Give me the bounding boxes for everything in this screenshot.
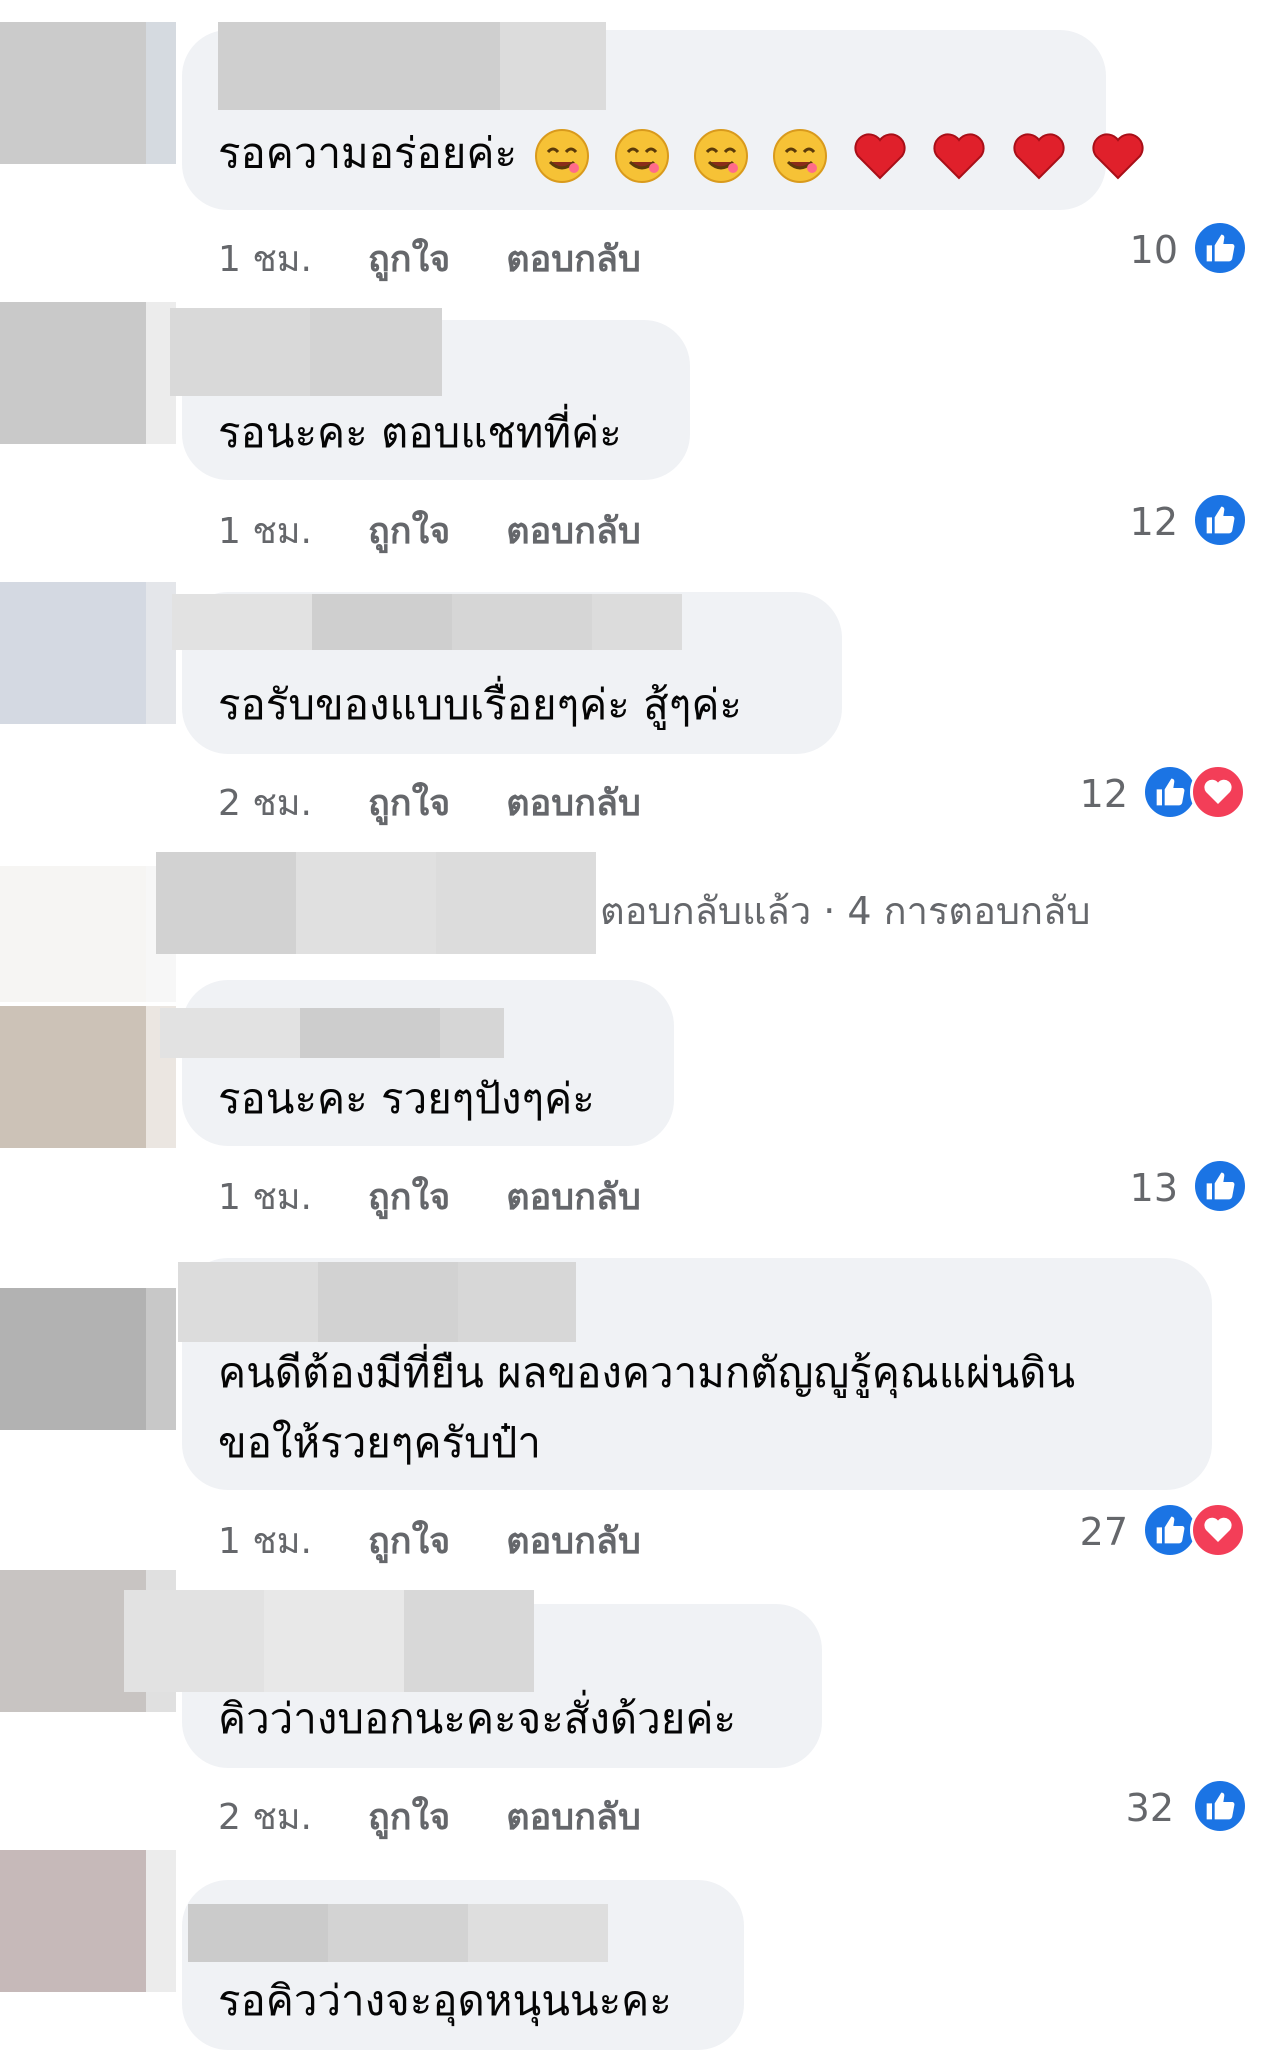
like-button[interactable]: ถูกใจ xyxy=(368,1512,450,1569)
timestamp[interactable]: 1 ชม. xyxy=(218,1168,312,1225)
like-icon[interactable] xyxy=(1192,492,1248,548)
reaction-count[interactable]: 27 xyxy=(1058,1510,1128,1554)
smiling-face-icon xyxy=(535,129,590,183)
avatar[interactable] xyxy=(0,1850,176,1992)
like-button[interactable]: ถูกใจ xyxy=(368,774,450,831)
comment-actions: 2 ชม. ถูกใจ ตอบกลับ xyxy=(218,1788,641,1845)
emoji-row xyxy=(521,129,1156,183)
reaction-count[interactable]: 12 xyxy=(1108,500,1178,544)
comment-text: รอนะคะ ตอบแชทที่ค่ะ xyxy=(218,408,622,457)
reaction-count[interactable]: 12 xyxy=(1058,772,1128,816)
blurred-author-name[interactable] xyxy=(218,22,606,110)
red-heart-icon xyxy=(854,133,906,180)
like-button[interactable]: ถูกใจ xyxy=(368,502,450,559)
reply-button[interactable]: ตอบกลับ xyxy=(506,230,641,287)
avatar[interactable] xyxy=(0,1288,176,1430)
timestamp[interactable]: 2 ชม. xyxy=(218,774,312,831)
blurred-replier-name[interactable] xyxy=(156,852,596,954)
like-button[interactable]: ถูกใจ xyxy=(368,1168,450,1225)
comment-text: รอความอร่อยค่ะ xyxy=(218,128,1156,184)
comment-actions: 1 ชม. ถูกใจ ตอบกลับ xyxy=(218,502,641,559)
like-icon[interactable] xyxy=(1192,1158,1248,1214)
blurred-author-name[interactable] xyxy=(170,308,442,396)
love-icon[interactable] xyxy=(1190,1502,1246,1558)
reply-button[interactable]: ตอบกลับ xyxy=(506,502,641,559)
avatar[interactable] xyxy=(0,1006,176,1148)
like-icon[interactable] xyxy=(1192,1778,1248,1834)
comment-text: คิวว่างบอกนะคะจะสั่งด้วยค่ะ xyxy=(218,1694,737,1743)
reply-button[interactable]: ตอบกลับ xyxy=(506,1168,641,1225)
timestamp[interactable]: 1 ชม. xyxy=(218,1512,312,1569)
red-heart-icon xyxy=(1092,133,1144,180)
view-replies-link[interactable]: ตอบกลับแล้ว · 4 การตอบกลับ xyxy=(600,880,1090,941)
like-icon[interactable] xyxy=(1192,220,1248,276)
comment-actions: 1 ชม. ถูกใจ ตอบกลับ xyxy=(218,1168,641,1225)
reply-avatar-strip xyxy=(0,866,176,1002)
reaction-count[interactable]: 13 xyxy=(1108,1166,1178,1210)
blurred-author-name[interactable] xyxy=(178,1262,576,1342)
like-button[interactable]: ถูกใจ xyxy=(368,1788,450,1845)
red-heart-icon xyxy=(933,133,985,180)
reply-button[interactable]: ตอบกลับ xyxy=(506,1512,641,1569)
smiling-face-icon xyxy=(773,129,828,183)
love-icon[interactable] xyxy=(1190,764,1246,820)
comment-actions: 1 ชม. ถูกใจ ตอบกลับ xyxy=(218,230,641,287)
reaction-count[interactable]: 32 xyxy=(1104,1786,1174,1830)
comment-text: รอคิวว่างจะอุดหนุนนะคะ xyxy=(218,1976,672,2025)
blurred-author-name[interactable] xyxy=(124,1590,534,1692)
smiling-face-icon xyxy=(614,129,669,183)
timestamp[interactable]: 1 ชม. xyxy=(218,502,312,559)
avatar[interactable] xyxy=(0,22,176,164)
reply-button[interactable]: ตอบกลับ xyxy=(506,1788,641,1845)
timestamp[interactable]: 1 ชม. xyxy=(218,230,312,287)
comment-text: รอรับของแบบเรื่อยๆค่ะ สู้ๆค่ะ xyxy=(218,680,742,729)
comment-actions: 1 ชม. ถูกใจ ตอบกลับ xyxy=(218,1512,641,1569)
blurred-author-name[interactable] xyxy=(160,1008,504,1058)
blurred-author-name[interactable] xyxy=(172,594,682,650)
avatar[interactable] xyxy=(0,582,176,724)
timestamp[interactable]: 2 ชม. xyxy=(218,1788,312,1845)
red-heart-icon xyxy=(1012,133,1065,180)
reaction-count[interactable]: 10 xyxy=(1108,228,1178,272)
comment-text-line-2: ขอให้รวยๆครับป๋า xyxy=(218,1418,541,1467)
comment-text-line-1: คนดีต้องมีที่ยืน ผลของความกตัญญูรู้คุณแผ… xyxy=(218,1348,1076,1397)
reply-button[interactable]: ตอบกลับ xyxy=(506,774,641,831)
blurred-author-name[interactable] xyxy=(188,1904,608,1962)
smiling-face-icon xyxy=(694,129,749,183)
like-button[interactable]: ถูกใจ xyxy=(368,230,450,287)
comment-actions: 2 ชม. ถูกใจ ตอบกลับ xyxy=(218,774,641,831)
avatar[interactable] xyxy=(0,302,176,444)
comment-text: รอนะคะ รวยๆปังๆค่ะ xyxy=(218,1074,595,1123)
